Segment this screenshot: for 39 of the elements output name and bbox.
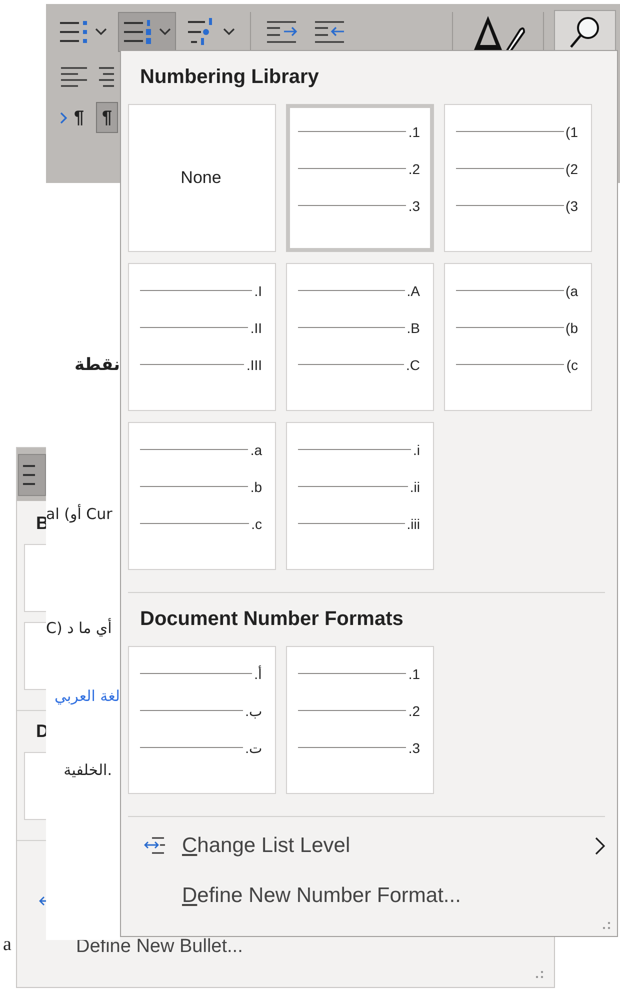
paragraph-mark-button[interactable]: ¶ [96,102,118,133]
caret-icon [95,28,107,36]
outdent-arrow-icon [314,20,346,44]
document-text: C) أي ما د [46,619,112,637]
chevron-icon [60,112,68,124]
number-format-tile[interactable]: None [128,104,276,252]
number-format-tile[interactable]: .1 .2 .3 [286,104,434,252]
resize-grip-icon [536,971,544,979]
document-text: نقطة [74,355,120,375]
section-title: Numbering Library [140,66,320,90]
resize-grip-icon [603,922,611,930]
chevron-right-icon [595,837,605,855]
number-format-tile[interactable]: (1 (2 (3 [444,104,592,252]
align-center-icon [98,66,114,88]
document-text: al (أو Cur [46,505,112,523]
number-format-tile[interactable]: .i .ii .iii [286,422,434,570]
list-level-icon [144,837,166,855]
number-format-tile[interactable]: .I .II .III [128,263,276,411]
bullets-button[interactable] [18,454,46,496]
document-text: الخلفية. [64,761,112,779]
number-format-tile[interactable]: .أ .ب .ت [128,646,276,794]
number-format-tile[interactable]: (a (b (c [444,263,592,411]
caret-icon [159,28,171,36]
number-format-tile[interactable]: .1 .2 .3 [286,646,434,794]
number-format-tile[interactable]: .A .B .C [286,263,434,411]
document-text: a [3,934,12,956]
numbered-list-icon [123,19,153,45]
change-list-level-item[interactable]: Change List Level [128,823,617,869]
section-title: Document Number Formats [140,608,404,632]
paragraph-mark-button[interactable]: ¶ [68,102,90,133]
numbering-button[interactable] [118,12,176,52]
number-format-tile[interactable]: .a .b .c [128,422,276,570]
define-number-format-item[interactable]: Define New Number Format... [128,873,617,919]
caret-icon [223,28,235,36]
indent-arrow-icon [266,20,298,44]
align-left-icon [60,66,88,88]
document-link[interactable]: لغة العربي [54,687,120,705]
bullet-list-icon [59,19,89,45]
search-icon [569,15,601,49]
